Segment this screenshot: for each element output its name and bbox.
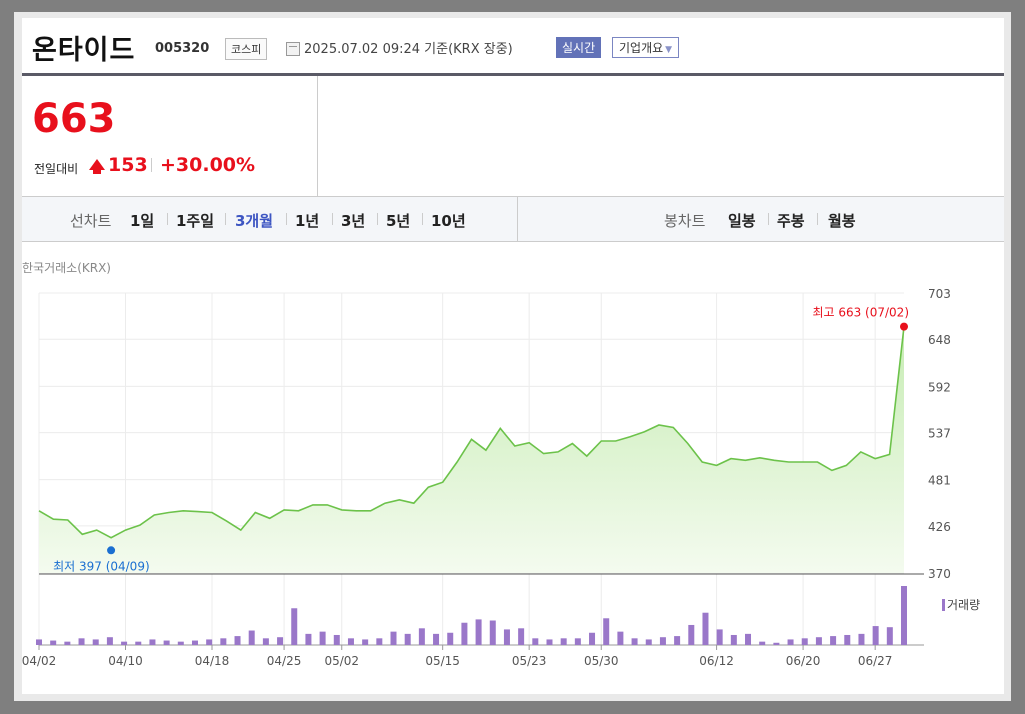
volume-bar [787, 639, 794, 645]
y-tick-label: 592 [928, 380, 951, 394]
volume-bar [191, 640, 198, 645]
volume-bar [347, 638, 354, 645]
volume-bar [390, 631, 397, 645]
volume-bar [36, 639, 42, 645]
volume-bar [617, 631, 624, 645]
high-label: 최고 663 (07/02) [812, 306, 909, 320]
volume-bar [773, 642, 780, 645]
x-tick-label: 06/12 [699, 654, 734, 668]
low-label: 최저 397 (04/09) [53, 559, 150, 573]
high-marker [900, 322, 908, 331]
volume-bar [645, 639, 652, 645]
volume-bar [589, 632, 596, 645]
volume-bar [574, 638, 581, 645]
volume-bar [886, 627, 893, 645]
volume-bar [64, 641, 71, 645]
volume-bar [248, 630, 255, 645]
y-tick-label: 537 [928, 427, 951, 441]
volume-bar [447, 632, 454, 645]
x-tick-label: 04/10 [108, 654, 143, 668]
x-tick-label: 06/20 [786, 654, 821, 668]
volume-bar [745, 633, 752, 645]
price-chart: 04/02 04/10 04/18 04/25 05/02 05/15 05/23 05/30… [22, 287, 980, 668]
stock-card: 온타이드 005320 코스피 2025.07.02 09:24 기준(KRX … [22, 18, 1004, 694]
volume-bar [376, 638, 383, 645]
volume-bar [901, 586, 907, 645]
volume-bar [631, 638, 638, 645]
volume-bar [532, 638, 539, 645]
volume-bar [418, 628, 425, 645]
volume-bar [149, 639, 156, 645]
volume-bar [262, 638, 269, 645]
volume-bar [277, 637, 284, 645]
volume-bar [433, 633, 440, 645]
volume-bar [730, 634, 737, 645]
volume-bar [461, 622, 468, 645]
volume-bar [206, 639, 213, 645]
volume-bar [362, 639, 369, 645]
x-tick-label: 04/25 [267, 654, 302, 668]
y-tick-label: 648 [928, 333, 951, 347]
volume-bar [50, 640, 57, 645]
volume-bar [489, 620, 496, 645]
x-tick-label: 06/27 [858, 654, 893, 668]
volume-bar [135, 641, 142, 645]
volume-bar [844, 634, 851, 645]
volume-bar [674, 636, 681, 645]
volume-bar [659, 637, 666, 645]
volume-bar [333, 634, 340, 645]
volume-bar [404, 633, 411, 645]
x-tick-label: 05/30 [584, 654, 619, 668]
x-tick-label: 04/18 [195, 654, 230, 668]
volume-bar [716, 629, 723, 645]
volume-bar [560, 638, 567, 645]
volume-bar [872, 626, 879, 645]
volume-bar [106, 637, 113, 645]
volume-bar [319, 631, 326, 645]
x-tick-label: 05/02 [324, 654, 359, 668]
volume-bar [92, 639, 99, 645]
y-tick-label: 370 [928, 567, 951, 581]
volume-bar [121, 641, 128, 645]
volume-bar [759, 641, 766, 645]
volume-bar [475, 619, 482, 645]
volume-bar [291, 608, 298, 645]
low-marker [107, 546, 116, 555]
x-tick-label: 04/02 [22, 654, 56, 668]
price-area [39, 326, 904, 573]
volume-bar [815, 637, 822, 645]
volume-bar [603, 618, 610, 645]
x-tick-label: 05/23 [512, 654, 547, 668]
volume-bar [163, 640, 170, 645]
volume-bar [78, 638, 85, 645]
y-tick-label: 426 [928, 520, 951, 534]
volume-legend-swatch [942, 599, 945, 611]
volume-bar [801, 638, 808, 645]
volume-bar [220, 638, 227, 645]
volume-legend: 거래량 [947, 598, 980, 612]
y-tick-label: 481 [928, 474, 951, 488]
volume-bar [858, 633, 865, 645]
volume-bar [546, 639, 553, 645]
volume-bar [234, 636, 241, 645]
volume-bar [688, 624, 695, 645]
volume-bar [702, 612, 709, 645]
volume-bar [177, 641, 184, 645]
y-tick-label: 703 [928, 287, 951, 301]
volume-bar [503, 629, 510, 645]
x-tick-label: 05/15 [425, 654, 460, 668]
volume-bar [305, 633, 312, 645]
volume-bar [518, 628, 525, 645]
volume-bar [830, 636, 837, 645]
